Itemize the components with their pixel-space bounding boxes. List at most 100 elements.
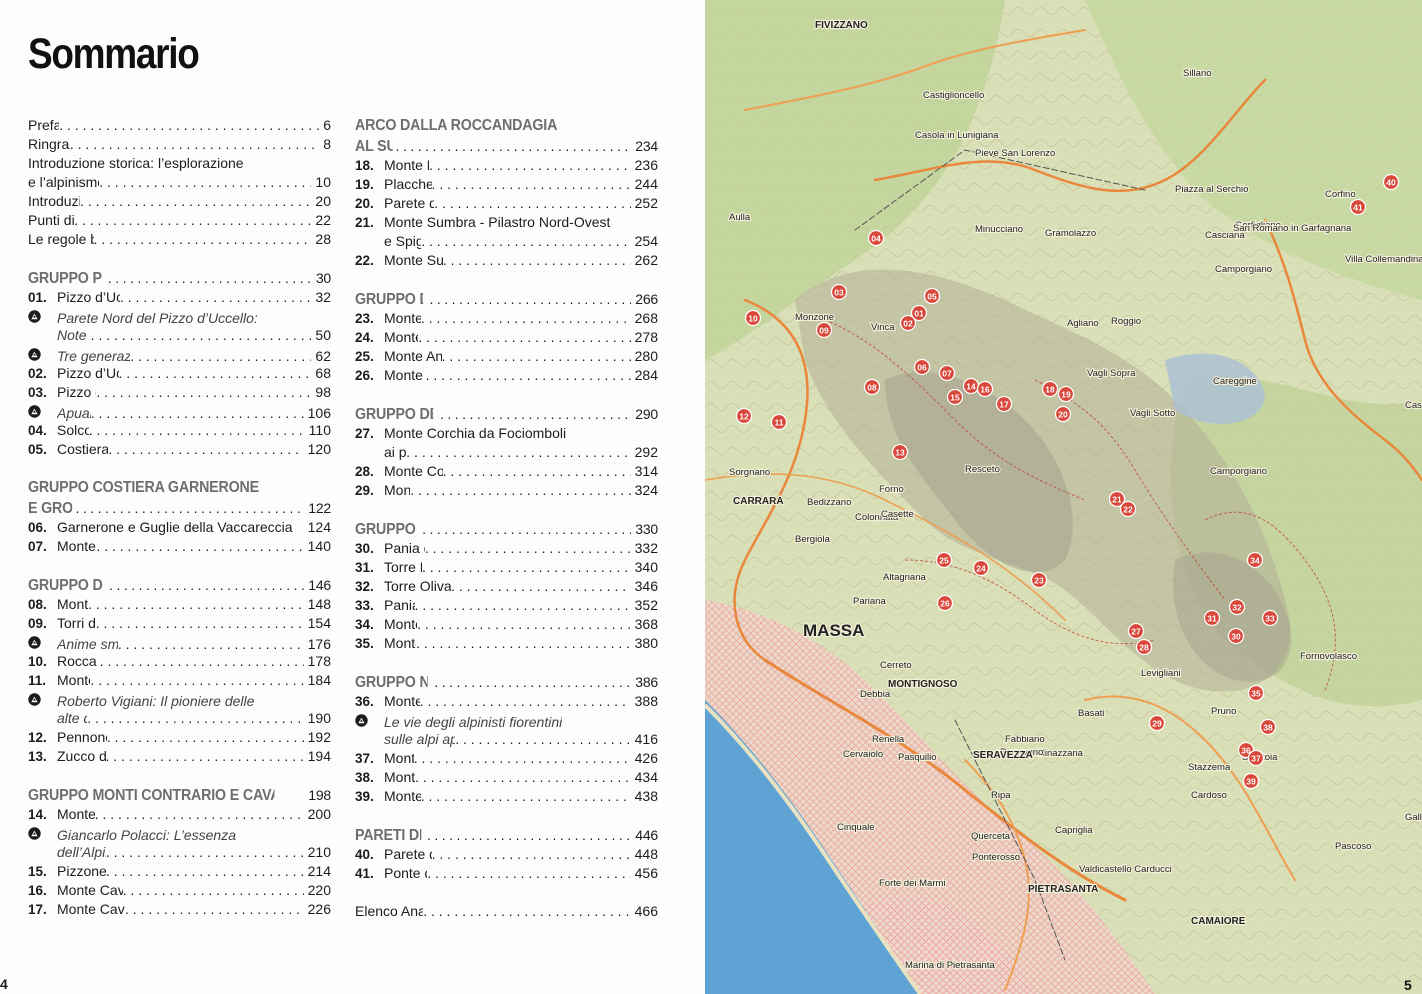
- route-marker: 19: [1057, 385, 1075, 403]
- section-title: GRUPPO MONTI CONTRARIO E CAVALLO: [28, 787, 275, 804]
- toc-page-number: 234: [635, 138, 658, 154]
- toc-page-number: 280: [634, 348, 658, 364]
- route-marker: 16: [976, 380, 994, 398]
- toc-page-number: 194: [307, 748, 331, 764]
- toc-page-number: 262: [634, 252, 658, 268]
- route-marker-number: 30: [1231, 631, 1241, 641]
- toc-entry-title: Monte Campaccio: [384, 367, 426, 383]
- dot-leader: [94, 230, 312, 249]
- route-marker: 14: [962, 377, 980, 395]
- map-place-label: Sorgnano: [729, 467, 770, 478]
- map-place-label: Casola in Lunigiana: [915, 130, 999, 141]
- dot-leader: [96, 537, 303, 556]
- map-place-label: Forno: [879, 484, 904, 495]
- mountain-badge-icon: [28, 824, 57, 843]
- toc-entry-title: dell’Alpinismo Apuano: [57, 844, 106, 860]
- toc-page-number: 278: [634, 329, 658, 345]
- route-marker: 06: [913, 358, 931, 376]
- toc-entry: e Spigolo Ovest 254: [355, 232, 658, 251]
- toc-entry-title: Placche di San Viano: [384, 176, 432, 192]
- toc-entry-title: ai pilastri: [384, 444, 407, 460]
- route-marker: 23: [1030, 571, 1048, 589]
- route-marker: 34: [1246, 551, 1264, 569]
- dot-leader: [443, 462, 631, 481]
- map-place-label: Fabbiano: [1005, 734, 1045, 745]
- map-place-label: Ripa: [991, 790, 1011, 801]
- dot-leader: [434, 194, 630, 213]
- toc-entry: 07. Monte Grondilice 140: [28, 537, 331, 556]
- toc-page-number: 214: [307, 863, 331, 879]
- mountain-badge-icon: [28, 633, 57, 652]
- toc-entry-number: 16.: [28, 883, 47, 898]
- dot-leader: [422, 519, 631, 539]
- toc-section-heading: GRUPPO DEL MONTE SAGRO 146: [28, 575, 331, 595]
- toc-entry-title: Pania della Croce: [384, 540, 425, 556]
- dot-leader: [74, 211, 311, 230]
- toc-entry-title: Monte Corchia - Parete Sud: [384, 463, 443, 479]
- toc-entry: 03. Pizzo dell’Aquila 98: [28, 383, 331, 402]
- dot-leader: [119, 364, 312, 383]
- dot-leader: [88, 595, 304, 614]
- toc-entry-number: 06.: [28, 520, 47, 535]
- toc-entry-title: Monte Nona: [384, 750, 414, 766]
- toc-entry-title: Monte Sumbra - Pilastro Nord-Ovest: [384, 214, 611, 230]
- toc-page-number: 220: [307, 882, 331, 898]
- dot-leader: [406, 443, 630, 462]
- toc-entry-title: Monte Cavallo - Parete Nord-Est: [57, 882, 123, 898]
- toc-entry-title: Pania Secca: [384, 597, 415, 613]
- toc-entry-title: Pizzo d’Uccello - Parete Nord: [57, 289, 120, 305]
- page-number-left: 4: [0, 976, 8, 992]
- route-marker-number: 23: [1034, 575, 1044, 585]
- route-marker: 32: [1228, 598, 1246, 616]
- route-marker-number: 03: [834, 287, 844, 297]
- map-place-label: Capriglia: [1055, 825, 1093, 836]
- toc-entry: Le vie degli alpinisti fiorentini: [355, 711, 658, 730]
- dot-leader: [422, 558, 631, 577]
- map-place-label: Basati: [1078, 708, 1104, 719]
- toc-entry-number: 20.: [355, 196, 374, 211]
- route-marker-number: 24: [976, 563, 986, 573]
- toc-page-number: 416: [634, 731, 658, 747]
- map-place-label: Agliano: [1067, 318, 1099, 329]
- route-marker-number: 20: [1058, 409, 1068, 419]
- toc-section-heading: AL SUMBRA 234: [355, 136, 658, 156]
- dot-leader: [396, 136, 632, 156]
- route-marker-number: 17: [999, 399, 1009, 409]
- route-marker-number: 39: [1246, 776, 1256, 786]
- toc-page-number: 200: [307, 806, 331, 822]
- dot-leader: [429, 156, 631, 175]
- toc-entry: Parete Nord del Pizzo d’Uccello:: [28, 307, 331, 326]
- route-marker: 40: [1382, 173, 1400, 191]
- dot-leader: [96, 383, 311, 402]
- toc-entry: 41. Ponte di Canigiano 456: [355, 864, 658, 883]
- toc-entry: 14. Monte Contrario 200: [28, 805, 331, 824]
- map-place-label: Camporgiano: [1215, 264, 1272, 275]
- toc-entry-number: 35.: [355, 636, 374, 651]
- toc-entry: 22. Monte Sumbra - Parete Sud 262: [355, 251, 658, 270]
- toc-column-left: Prefazione 6 Ringraziamenti 8 Introduzione s…: [28, 116, 331, 919]
- toc-page-number: 226: [307, 901, 331, 917]
- toc-entry-title: sulle alpi apuane negli anni ’60 e ’70: [384, 731, 455, 747]
- route-marker: 18: [1041, 380, 1059, 398]
- mountain-badge-icon: [28, 402, 57, 421]
- toc-entry-number: 40.: [355, 847, 374, 862]
- toc-entry-number: 28.: [355, 464, 374, 479]
- route-marker: 27: [1127, 622, 1145, 640]
- route-marker-number: 02: [903, 318, 913, 328]
- toc-entry: 39. Monte Matanna 438: [355, 787, 658, 806]
- toc-page-number: 434: [634, 769, 658, 785]
- toc-entry-title: Costiera di Capradossa: [57, 441, 109, 457]
- toc-entry: 10. Rocca di Tenerano 178: [28, 652, 331, 671]
- dot-leader: [100, 652, 304, 671]
- route-marker-number: 29: [1152, 718, 1162, 728]
- trail-map: FIVIZZANO Castiglioncello Sillano Aulla Caso…: [705, 0, 1422, 994]
- dot-leader: [415, 596, 631, 615]
- route-marker: 17: [995, 395, 1013, 413]
- route-marker: 15: [946, 388, 964, 406]
- map-place-label: Camporgiano: [1210, 466, 1267, 477]
- route-marker: 12: [735, 407, 753, 425]
- toc-page-number: 466: [634, 903, 658, 919]
- toc-entry: 27. Monte Corchia da Fociomboli: [355, 424, 658, 443]
- map-place-label: CAMAIORE: [1191, 916, 1246, 927]
- toc-entry-number: 34.: [355, 617, 374, 632]
